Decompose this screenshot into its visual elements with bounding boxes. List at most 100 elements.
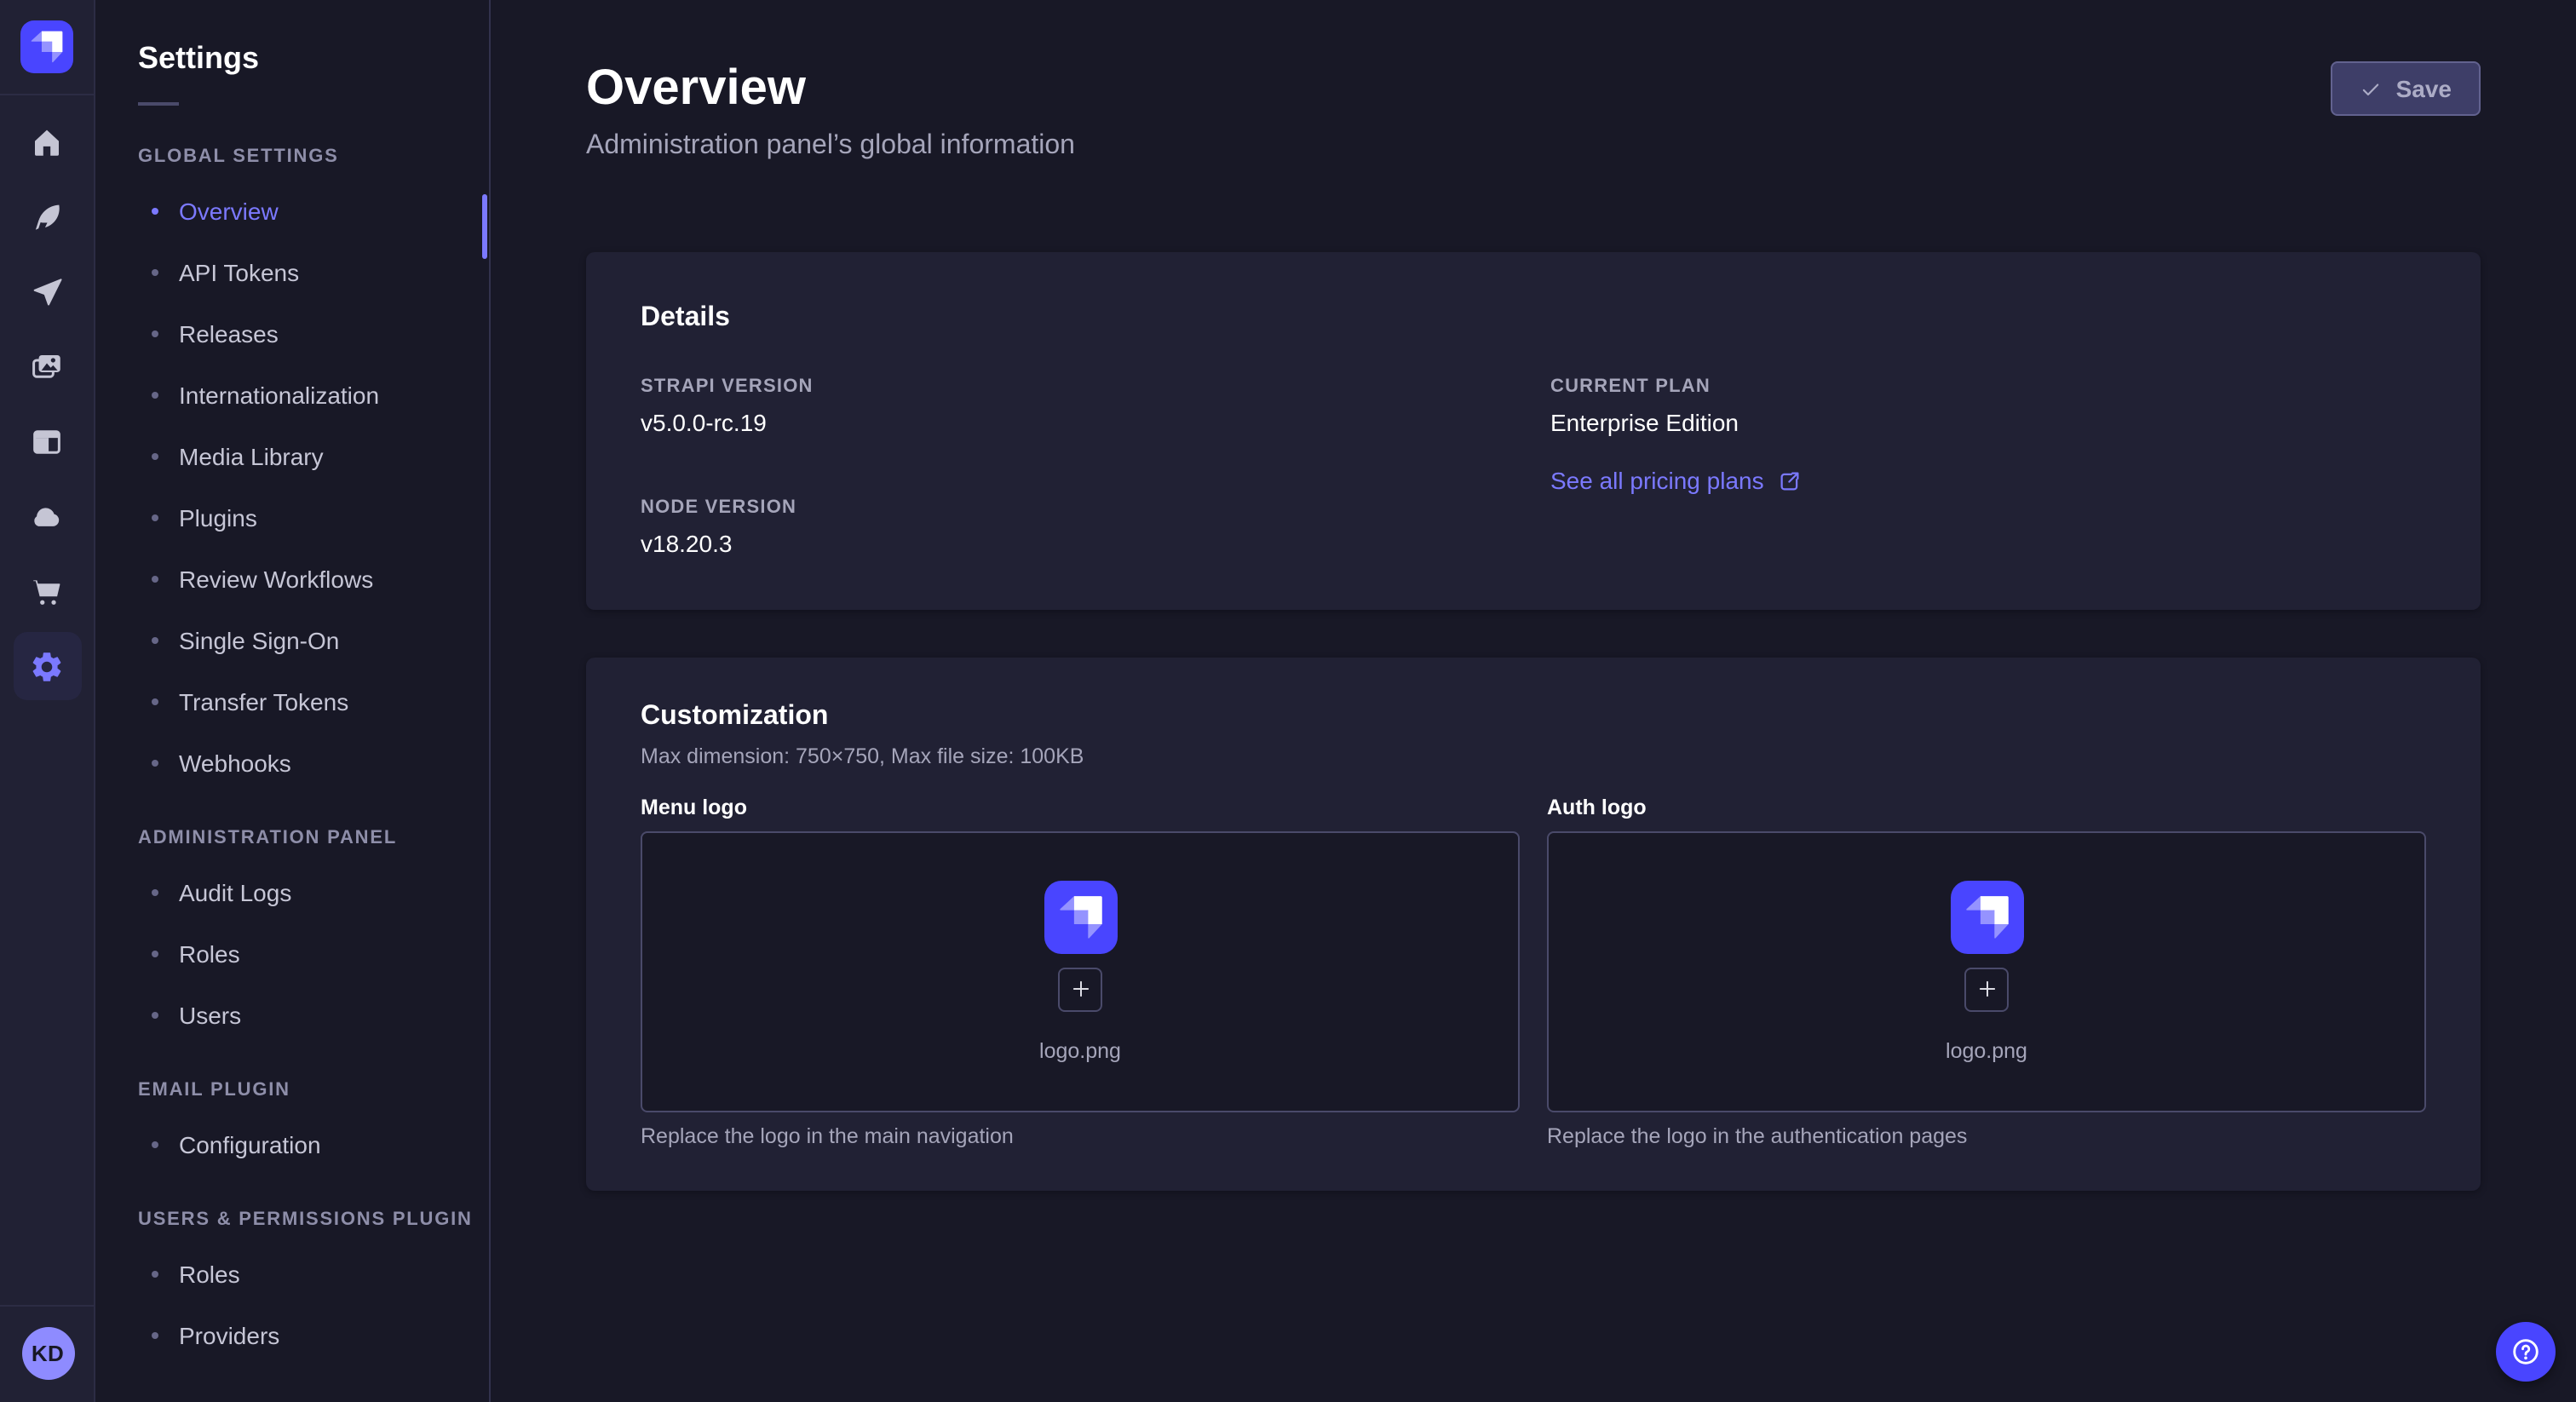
subnav-item-releases[interactable]: Releases [95, 303, 489, 365]
subnav-section-users-permissions-plugin: Users & Permissions PluginRolesProviders [95, 1196, 489, 1366]
bullet-icon [152, 576, 158, 583]
nav-content-type-builder-button[interactable] [13, 182, 81, 250]
customization-constraints: Max dimension: 750×750, Max file size: 1… [641, 743, 2426, 770]
main-content: Overview Administration panel’s global i… [491, 0, 2576, 1402]
subnav-item-label: Releases [179, 320, 279, 348]
check-icon [2360, 78, 2383, 100]
save-button-label: Save [2396, 75, 2452, 102]
nav-marketplace-button[interactable] [13, 557, 81, 625]
bullet-icon [152, 1141, 158, 1148]
nav-content-manager-button[interactable] [13, 407, 81, 475]
subnav-item-overview[interactable]: Overview [95, 181, 489, 242]
subnav-item-providers[interactable]: Providers [95, 1305, 489, 1366]
menu-logo-preview [1044, 880, 1117, 953]
nav-cloud-button[interactable] [13, 482, 81, 550]
plus-icon [1067, 976, 1093, 1002]
menu-logo-filename: logo.png [1039, 1037, 1121, 1064]
nav-releases-button[interactable] [13, 257, 81, 325]
subnav-scrollbar-thumb[interactable] [482, 194, 487, 259]
add-menu-logo-button[interactable] [1058, 967, 1102, 1011]
customization-card: Customization Max dimension: 750×750, Ma… [586, 658, 2481, 1191]
releases-icon [29, 273, 65, 309]
rail-divider [0, 94, 95, 95]
save-button[interactable]: Save [2332, 61, 2481, 116]
auth-logo-carousel[interactable]: logo.png [1547, 831, 2426, 1112]
subnav-item-label: Overview [179, 198, 279, 225]
field-label: Node version [641, 496, 1516, 520]
cloud-icon [29, 498, 65, 534]
section-heading: Global Settings [95, 133, 489, 181]
subnav-sections: Global Settings Overview API Tokens Release… [95, 133, 489, 1366]
subnav-item-roles[interactable]: Roles [95, 1244, 489, 1305]
page-title: Overview [586, 58, 2481, 119]
subnav-title-divider [138, 102, 179, 106]
subnav-item-label: Internationalization [179, 382, 379, 409]
bullet-icon [152, 208, 158, 215]
subnav-item-label: Users [179, 1002, 241, 1029]
subnav-item-single-sign-on[interactable]: Single Sign-On [95, 610, 489, 671]
subnav-item-users[interactable]: Users [95, 985, 489, 1046]
subnav-item-review-workflows[interactable]: Review Workflows [95, 549, 489, 610]
nav-home-button[interactable] [13, 107, 81, 175]
subnav-item-roles[interactable]: Roles [95, 923, 489, 985]
content-type-builder-icon [29, 198, 65, 234]
nav-settings-button[interactable] [13, 632, 81, 700]
strapi-logo[interactable] [20, 20, 73, 73]
strapi-mark-icon [1054, 890, 1107, 943]
page-subtitle: Administration panel’s global informatio… [586, 129, 2481, 164]
bullet-icon [152, 392, 158, 399]
auth-logo-filename: logo.png [1946, 1037, 2027, 1064]
subnav-item-label: API Tokens [179, 259, 299, 286]
subnav-item-transfer-tokens[interactable]: Transfer Tokens [95, 671, 489, 733]
strapi-version-field: Strapi version v5.0.0-rc.19 [641, 375, 1516, 438]
subnav-item-label: Webhooks [179, 750, 291, 777]
bullet-icon [152, 1012, 158, 1019]
add-auth-logo-button[interactable] [1964, 967, 2009, 1011]
field-value: v18.20.3 [641, 528, 1516, 559]
subnav-item-audit-logs[interactable]: Audit Logs [95, 862, 489, 923]
customization-card-title: Customization [641, 698, 2426, 736]
auth-logo-input: Auth logo [1547, 794, 2426, 1150]
media-library-icon [29, 348, 65, 384]
bullet-icon [152, 453, 158, 460]
bullet-icon [152, 1332, 158, 1339]
page-header: Overview Administration panel’s global i… [586, 58, 2481, 164]
settings-icon [29, 648, 65, 684]
home-icon [29, 124, 65, 159]
strapi-mark-icon [27, 27, 66, 66]
subnav-item-api-tokens[interactable]: API Tokens [95, 242, 489, 303]
subnav-header: Settings [95, 0, 489, 106]
subnav-item-label: Plugins [179, 504, 257, 531]
user-avatar[interactable]: KD [21, 1327, 74, 1380]
subnav-item-configuration[interactable]: Configuration [95, 1114, 489, 1175]
subnav-section-global-settings: Global Settings Overview API Tokens Release… [95, 133, 489, 794]
bullet-icon [152, 330, 158, 337]
auth-logo-preview [1950, 880, 2023, 953]
subnav-item-internationalization[interactable]: Internationalization [95, 365, 489, 426]
menu-logo-label: Menu logo [641, 794, 1520, 821]
subnav-item-plugins[interactable]: Plugins [95, 487, 489, 549]
help-button[interactable] [2496, 1322, 2556, 1382]
field-value: v5.0.0-rc.19 [641, 407, 1516, 438]
menu-logo-caption: Replace the logo in the main navigation [641, 1123, 1520, 1150]
bullet-icon [152, 1271, 158, 1278]
field-value: Enterprise Edition [1550, 407, 2426, 438]
details-grid: Strapi version v5.0.0-rc.19 Node version… [641, 375, 2426, 559]
field-label: Strapi version [641, 375, 1516, 399]
nav-media-library-button[interactable] [13, 332, 81, 400]
settings-subnav: Settings Global Settings Overview API Toke… [95, 0, 491, 1402]
subnav-item-webhooks[interactable]: Webhooks [95, 733, 489, 794]
subnav-item-label: Media Library [179, 443, 324, 470]
subnav-section-administration-panel: Administration Panel Audit Logs Roles Users [95, 814, 489, 1046]
section-heading: Email Plugin [95, 1066, 489, 1114]
subnav-item-media-library[interactable]: Media Library [95, 426, 489, 487]
external-link-icon [1778, 468, 1803, 493]
plus-icon [1974, 976, 1999, 1002]
bullet-icon [152, 698, 158, 705]
section-heading: Administration Panel [95, 814, 489, 862]
subnav-item-label: Audit Logs [179, 879, 291, 906]
pricing-plans-link[interactable]: See all pricing plans [1550, 465, 1803, 496]
details-card: Details Strapi version v5.0.0-rc.19 Node… [586, 252, 2481, 610]
subnav-item-label: Configuration [179, 1131, 321, 1158]
menu-logo-carousel[interactable]: logo.png [641, 831, 1520, 1112]
